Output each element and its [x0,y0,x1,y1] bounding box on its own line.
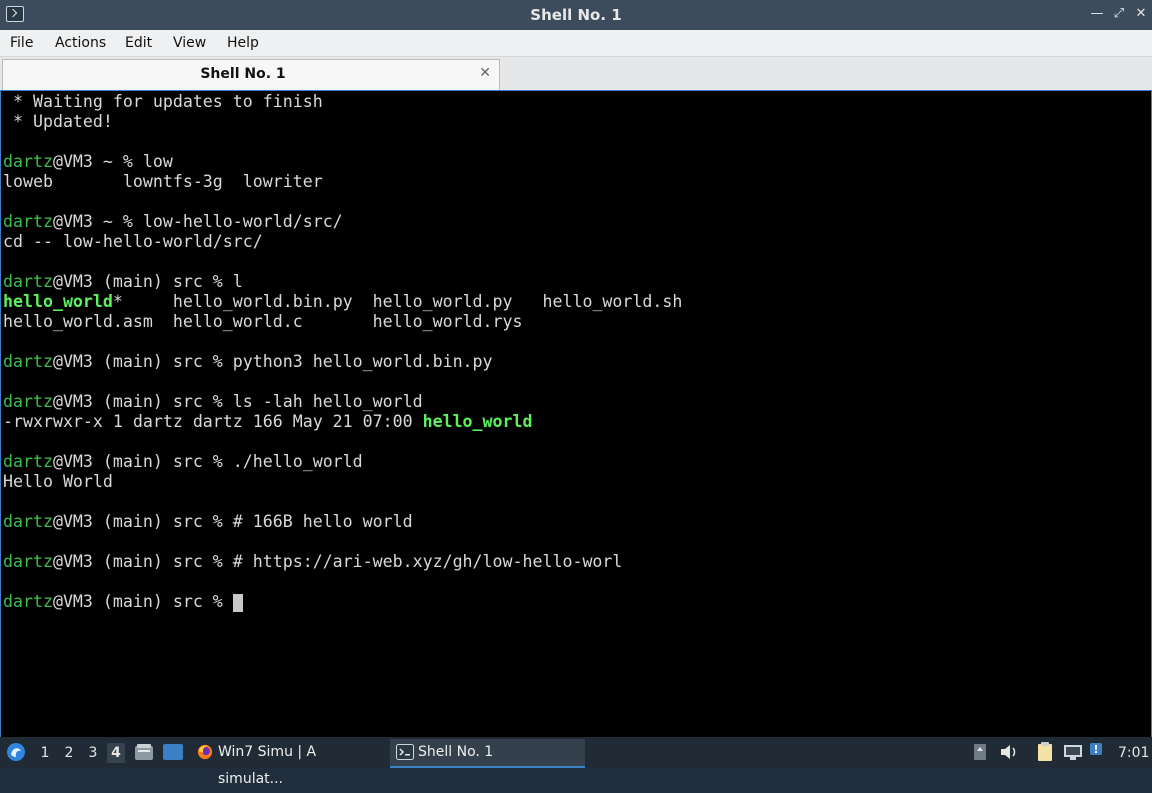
terminal-text: * Updated! [3,112,113,131]
terminal-text: @VM3 (main) src % # https://ari-web.xyz/… [52,552,623,571]
clipboard-icon[interactable] [1034,741,1056,763]
volume-icon[interactable] [998,742,1020,762]
clock[interactable]: 7:01 [1118,744,1149,762]
prompt-user: dartz [3,272,53,291]
task-shell[interactable]: Shell No. 1 [390,739,585,768]
prompt-user: dartz [3,392,53,411]
terminal-line: * Updated! [3,112,113,132]
prompt-user: dartz [3,552,53,571]
terminal-line: dartz@VM3 (main) src % # 166B hello worl… [3,512,413,532]
terminal-view[interactable]: * Waiting for updates to finish * Update… [0,91,1152,737]
terminal-icon [396,744,414,760]
terminal-text: @VM3 (main) src % ./hello_world [52,452,363,471]
terminal-text: @VM3 (main) src % # 166B hello world [52,512,413,531]
show-desktop-icon[interactable] [162,743,184,761]
terminal-line: -rwxrwxr-x 1 dartz dartz 166 May 21 07:0… [3,412,533,432]
tab-shell-1[interactable]: Shell No. 1 ✕ [2,59,500,90]
terminal-text: * hello_world.bin.py hello_world.py hell… [112,292,683,311]
window-titlebar[interactable]: Shell No. 1 — ⤢ ✕ [0,0,1152,30]
menu-view[interactable]: View [173,34,206,52]
terminal-line: Hello World [3,472,113,492]
window-title: Shell No. 1 [530,6,622,24]
task-firefox-label: Win7 Simu | A simulat... [218,744,317,787]
workspace-4[interactable]: 4 [107,743,125,763]
close-button[interactable]: ✕ [1132,5,1150,23]
maximize-button[interactable]: ⤢ [1110,5,1128,23]
terminal-line: dartz@VM3 (main) src % # https://ari-web… [3,552,622,572]
prompt-user: dartz [3,152,53,171]
executable-name: hello_world [3,292,113,311]
updates-icon[interactable] [972,742,988,762]
terminal-line: hello_world* hello_world.bin.py hello_wo… [3,292,682,312]
network-icon[interactable] [1062,742,1084,762]
task-firefox[interactable]: Win7 Simu | A simulat... [192,739,384,787]
lxqt-start-icon[interactable] [6,742,26,762]
terminal-text: * Waiting for updates to finish [3,92,323,111]
terminal-text: cd -- low-hello-world/src/ [3,232,263,251]
text-cursor [232,593,243,612]
terminal-text: @VM3 ~ % low [52,152,173,171]
prompt-user: dartz [3,212,53,231]
workspace-2[interactable]: 2 [60,743,78,763]
terminal-text: @VM3 (main) src % l [52,272,243,291]
menu-help[interactable]: Help [227,34,259,52]
terminal-line: dartz@VM3 (main) src % [3,592,243,612]
menu-file[interactable]: File [10,34,33,52]
terminal-line: dartz@VM3 (main) src % ls -lah hello_wor… [3,392,423,412]
task-shell-label: Shell No. 1 [418,744,494,760]
menu-actions[interactable]: Actions [55,34,106,52]
taskbar: 1 2 3 4 Win7 Simu | A simulat... Shell N… [0,737,1152,787]
tab-strip: Shell No. 1 ✕ [0,57,1152,91]
terminal-text: hello_world.asm hello_world.c hello_worl… [3,312,523,331]
terminal-text: -rwxrwxr-x 1 dartz dartz 166 May 21 07:0… [3,412,423,431]
terminal-text: loweb lowntfs-3g lowriter [3,172,323,191]
terminal-line: dartz@VM3 (main) src % l [3,272,243,292]
executable-name: hello_world [422,412,533,431]
prompt-user: dartz [3,452,53,471]
file-manager-icon[interactable] [134,743,154,761]
terminal-line: dartz@VM3 (main) src % python3 hello_wor… [3,352,493,372]
terminal-text: @VM3 (main) src % ls -lah hello_world [52,392,423,411]
prompt-user: dartz [3,592,53,611]
notification-icon[interactable] [1088,741,1104,759]
terminal-line: hello_world.asm hello_world.c hello_worl… [3,312,523,332]
firefox-icon [197,744,213,760]
terminal-line: * Waiting for updates to finish [3,92,323,112]
menu-edit[interactable]: Edit [125,34,152,52]
terminal-line: cd -- low-hello-world/src/ [3,232,263,252]
minimize-button[interactable]: — [1088,5,1106,23]
prompt-user: dartz [3,352,53,371]
tab-close-icon[interactable]: ✕ [479,65,491,81]
terminal-text: @VM3 (main) src % python3 hello_world.bi… [52,352,493,371]
menu-bar: File Actions Edit View Help [0,30,1152,57]
terminal-text: @VM3 (main) src % [52,592,233,611]
terminal-line: dartz@VM3 ~ % low [3,152,173,172]
prompt-user: dartz [3,512,53,531]
workspace-1[interactable]: 1 [36,743,54,763]
tab-label: Shell No. 1 [200,66,286,82]
workspace-3[interactable]: 3 [84,743,102,763]
terminal-line: dartz@VM3 ~ % low-hello-world/src/ [3,212,343,232]
terminal-line: dartz@VM3 (main) src % ./hello_world [3,452,363,472]
terminal-line: loweb lowntfs-3g lowriter [3,172,323,192]
terminal-text: Hello World [3,472,113,491]
terminal-text: @VM3 ~ % low-hello-world/src/ [52,212,343,231]
